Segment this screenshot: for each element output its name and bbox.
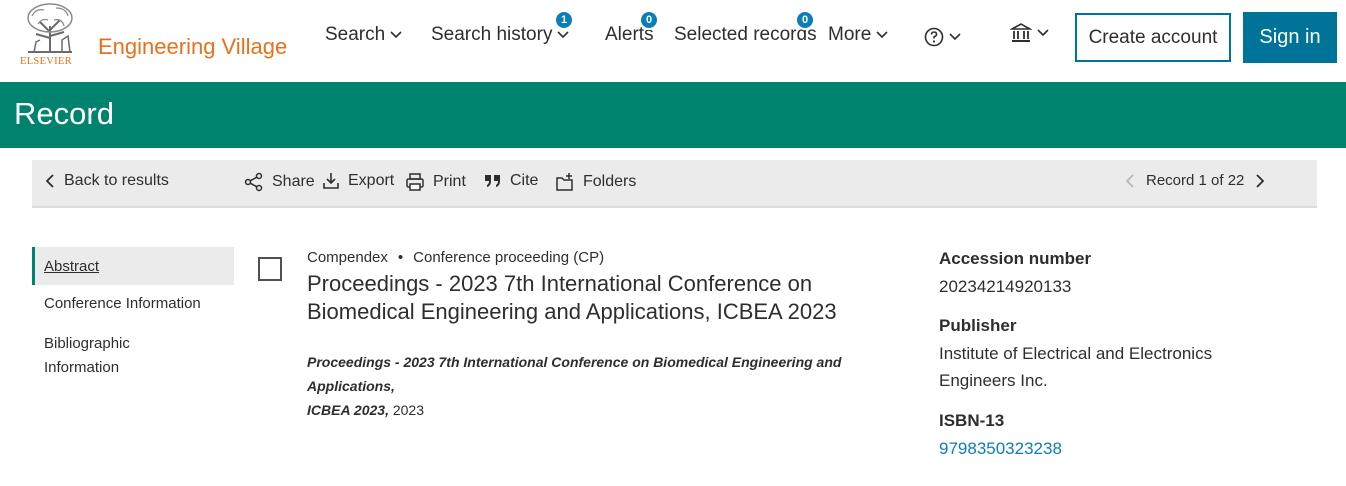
elsevier-tree-icon <box>22 2 78 54</box>
chevron-down-icon <box>949 33 961 41</box>
download-icon <box>323 173 339 189</box>
brand-name[interactable]: Engineering Village <box>98 34 287 60</box>
nav-search-label: Search <box>325 24 386 45</box>
accession-number-value: 20234214920133 <box>939 277 1072 296</box>
nav-alerts[interactable]: Alerts 0 <box>605 10 659 46</box>
selected-records-count-badge: 0 <box>795 10 815 30</box>
chevron-left-icon[interactable] <box>1124 173 1136 189</box>
record-title-line1: Proceedings - 2023 7th International Con… <box>307 271 813 296</box>
help-icon <box>924 27 944 47</box>
record-source: Proceedings - 2023 7th International Con… <box>307 350 907 422</box>
folders-button[interactable]: Folders <box>555 172 636 192</box>
nav-selected-records[interactable]: Selected records 0 <box>674 10 817 46</box>
nav-institution[interactable] <box>1010 22 1050 44</box>
alerts-count-badge: 0 <box>639 10 659 30</box>
select-record-checkbox[interactable] <box>258 257 282 281</box>
record-banner: Record <box>0 82 1346 148</box>
sidenav-item-bibliographic-information[interactable]: Bibliographic Information <box>32 332 234 380</box>
publisher-value-line2: Engineers Inc. <box>939 371 1048 390</box>
isbn-link[interactable]: 9798350323238 <box>939 439 1062 459</box>
chevron-right-icon[interactable] <box>1254 173 1266 189</box>
search-history-count-badge: 1 <box>554 10 574 30</box>
sidenav-item-conference-information[interactable]: Conference Information <box>32 294 234 314</box>
nav-help[interactable] <box>924 27 962 47</box>
accession-number-section: Accession number 20234214920133 <box>939 249 1091 300</box>
chevron-down-icon <box>876 31 888 39</box>
chevron-down-icon <box>390 31 402 39</box>
create-account-button[interactable]: Create account <box>1075 13 1231 62</box>
back-to-results-label: Back to results <box>64 172 169 189</box>
chevron-left-icon <box>45 174 54 188</box>
folder-add-icon <box>556 173 573 191</box>
record-title-line2: Biomedical Engineering and Applications,… <box>307 299 837 324</box>
publisher-label: Publisher <box>939 316 1017 335</box>
print-button[interactable]: Print <box>405 172 466 192</box>
print-label: Print <box>433 173 466 190</box>
chevron-down-icon <box>557 31 570 39</box>
publisher-value-line1: Institute of Electrical and Electronics <box>939 344 1213 363</box>
nav-selected-records-label: Selected records <box>674 24 817 45</box>
top-header: ELSEVIER Engineering Village Search Sear… <box>0 0 1346 82</box>
folders-label: Folders <box>583 173 637 190</box>
share-label: Share <box>272 173 315 190</box>
export-label: Export <box>348 172 395 189</box>
page-title: Record <box>14 96 114 131</box>
isbn-label: ISBN-13 <box>939 411 1005 430</box>
nav-search-history[interactable]: Search history 1 <box>431 10 574 46</box>
quote-icon <box>485 175 500 187</box>
nav-more-label: More <box>828 24 872 45</box>
cite-button[interactable]: Cite <box>484 172 538 190</box>
elsevier-logo[interactable]: ELSEVIER <box>18 2 84 68</box>
source-year: 2023 <box>388 402 425 418</box>
publisher-section: Publisher Institute of Electrical and El… <box>939 316 1212 394</box>
separator-dot: • <box>397 249 404 266</box>
elsevier-wordmark: ELSEVIER <box>20 56 72 67</box>
record-section-nav: Abstract Conference Information Bibliogr… <box>32 247 234 380</box>
nav-search-history-label: Search history <box>431 24 553 45</box>
export-button[interactable]: Export <box>322 172 394 190</box>
sign-in-button[interactable]: Sign in <box>1243 12 1337 63</box>
record-toolbar: Back to results Share Export Print Cite <box>32 160 1317 208</box>
source-title-line1: Proceedings - 2023 7th International Con… <box>307 354 842 394</box>
print-icon <box>406 173 424 191</box>
source-title-line2: ICBEA 2023, <box>307 402 389 418</box>
share-icon <box>244 172 263 192</box>
share-button[interactable]: Share <box>244 172 315 192</box>
database-label: Compendex <box>307 249 388 266</box>
institution-icon <box>1010 23 1032 42</box>
record-position-text: Record 1 of 22 <box>1146 172 1245 189</box>
cite-label: Cite <box>510 172 539 189</box>
record-pagination: Record 1 of 22 <box>1124 172 1266 189</box>
back-to-results-link[interactable]: Back to results <box>44 172 169 190</box>
sidenav-item-abstract[interactable]: Abstract <box>32 247 234 285</box>
record-title: Proceedings - 2023 7th International Con… <box>307 270 887 326</box>
sidenav-item-label-line2: Information <box>44 359 120 376</box>
record-meta: Compendex • Conference proceeding (CP) <box>307 249 604 266</box>
chevron-down-icon <box>1037 29 1049 37</box>
nav-more[interactable]: More <box>828 24 889 46</box>
accession-number-label: Accession number <box>939 249 1092 268</box>
document-type-label: Conference proceeding (CP) <box>413 249 605 266</box>
isbn-section: ISBN-13 9798350323238 <box>939 411 1062 459</box>
nav-search[interactable]: Search <box>325 24 403 46</box>
sidenav-item-label-line1: Bibliographic <box>44 335 130 352</box>
